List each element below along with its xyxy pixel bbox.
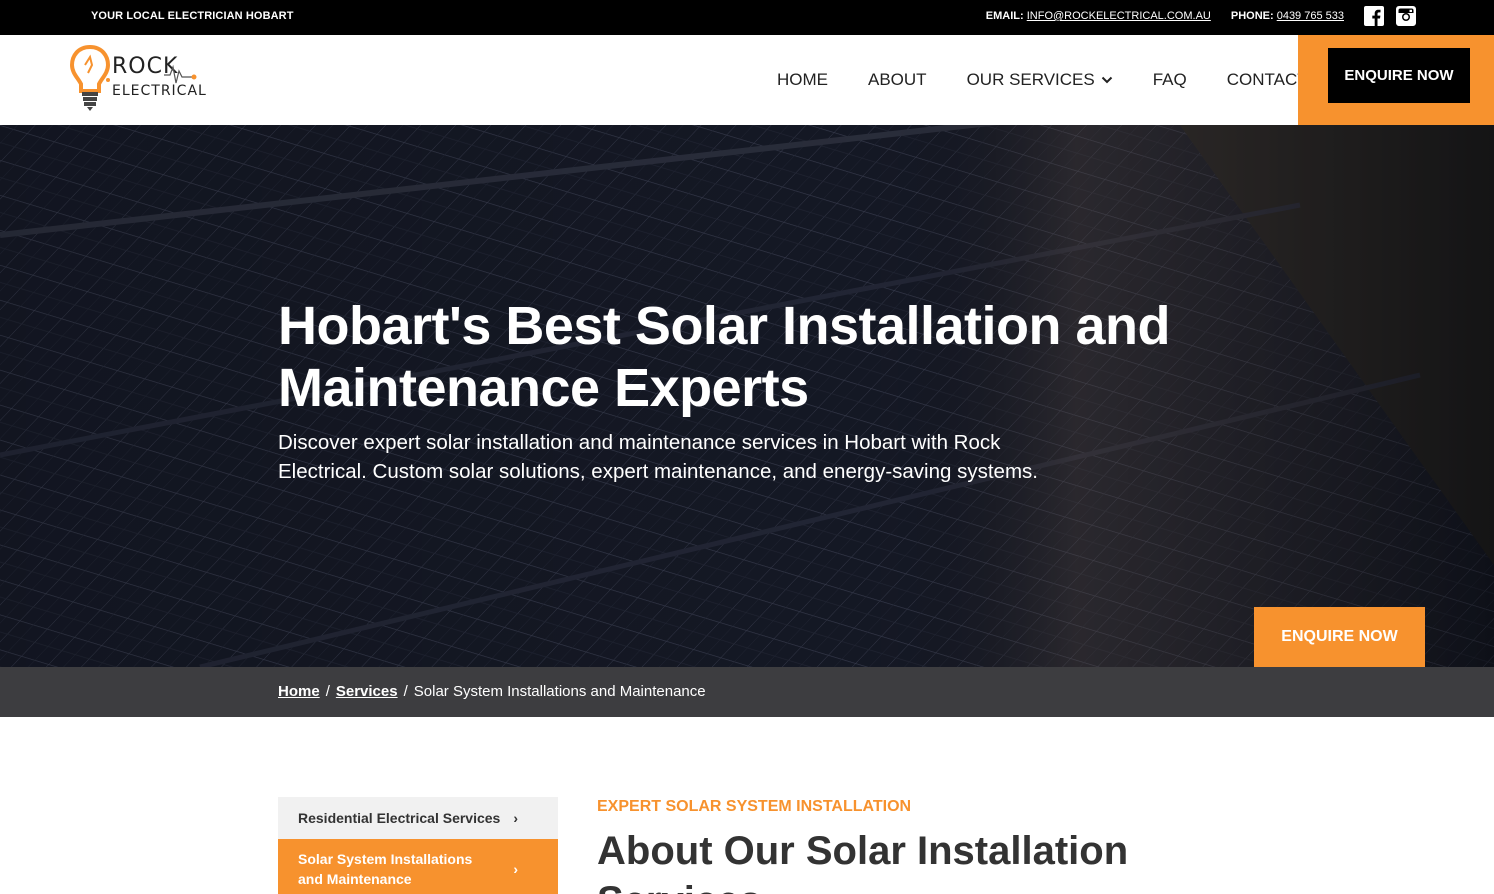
nav-contact[interactable]: CONTACT <box>1227 70 1308 90</box>
email-info: EMAIL: INFO@ROCKELECTRICAL.COM.AU <box>986 10 1211 22</box>
email-link[interactable]: INFO@ROCKELECTRICAL.COM.AU <box>1027 10 1211 22</box>
logo[interactable]: ROCK ELECTRICAL <box>69 43 210 113</box>
sidebar-item-label: Residential Electrical Services <box>298 810 501 826</box>
phone-link[interactable]: 0439 765 533 <box>1277 10 1344 22</box>
nav-services-label: OUR SERVICES <box>966 70 1095 89</box>
breadcrumb-current: Solar System Installations and Maintenan… <box>413 683 706 700</box>
nav-our-services[interactable]: OUR SERVICES <box>967 70 1113 90</box>
main-nav: HOME ABOUT OUR SERVICES FAQ CONTACT <box>757 35 1328 125</box>
chevron-right-icon: › <box>513 810 518 826</box>
hero-enquire-button[interactable]: ENQUIRE NOW <box>1254 607 1425 667</box>
svg-text:ELECTRICAL: ELECTRICAL <box>112 83 207 99</box>
services-sidebar: Residential Electrical Services › Solar … <box>278 797 558 894</box>
lightbulb-logo-icon: ROCK ELECTRICAL <box>69 44 207 111</box>
tagline: YOUR LOCAL ELECTRICIAN HOBART <box>91 10 294 22</box>
contact-info: EMAIL: INFO@ROCKELECTRICAL.COM.AU PHONE:… <box>986 10 1344 22</box>
section-eyebrow: EXPERT SOLAR SYSTEM INSTALLATION <box>597 798 912 815</box>
nav-faq[interactable]: FAQ <box>1153 70 1187 90</box>
phone-info: PHONE: 0439 765 533 <box>1231 10 1344 22</box>
sidebar-item-label: Solar System Installations and Maintenan… <box>298 851 473 887</box>
breadcrumb-home-link[interactable]: Home <box>278 683 320 700</box>
nav-home[interactable]: HOME <box>777 70 828 90</box>
phone-label: PHONE: <box>1230 10 1274 22</box>
header-enquire-button[interactable]: ENQUIRE NOW <box>1328 48 1470 103</box>
email-label: EMAIL: <box>985 10 1024 22</box>
section-title: About Our Solar Installation Services <box>597 829 1129 894</box>
sidebar-item-residential[interactable]: Residential Electrical Services › <box>278 797 558 839</box>
sidebar-item-solar[interactable]: Solar System Installations and Maintenan… <box>278 839 558 894</box>
nav-about-label: ABOUT <box>868 70 927 89</box>
chevron-down-icon <box>1101 76 1112 84</box>
chevron-right-icon: › <box>513 861 518 877</box>
breadcrumb-services-link[interactable]: Services <box>336 683 398 700</box>
top-bar: YOUR LOCAL ELECTRICIAN HOBART EMAIL: INF… <box>0 0 1494 35</box>
nav-faq-label: FAQ <box>1152 70 1187 89</box>
breadcrumb: Home / Services / Solar System Installat… <box>0 667 1494 717</box>
hero-subtitle: Discover expert solar installation and m… <box>278 431 1038 483</box>
nav-about[interactable]: ABOUT <box>868 70 927 90</box>
instagram-icon[interactable] <box>1396 6 1416 26</box>
site-header: ROCK ELECTRICAL HOME ABOUT OUR SERVICES … <box>0 35 1494 125</box>
breadcrumb-separator: / <box>325 683 330 700</box>
facebook-icon[interactable] <box>1364 6 1384 26</box>
hero-title: Hobart's Best Solar Installation and Mai… <box>278 296 1171 418</box>
header-enquire-panel: ENQUIRE NOW <box>1298 35 1494 125</box>
hero-banner: Hobart's Best Solar Installation and Mai… <box>0 125 1494 667</box>
social-links <box>1364 6 1416 26</box>
nav-home-label: HOME <box>777 70 828 89</box>
nav-contact-label: CONTACT <box>1226 70 1308 89</box>
breadcrumb-separator: / <box>403 683 408 700</box>
